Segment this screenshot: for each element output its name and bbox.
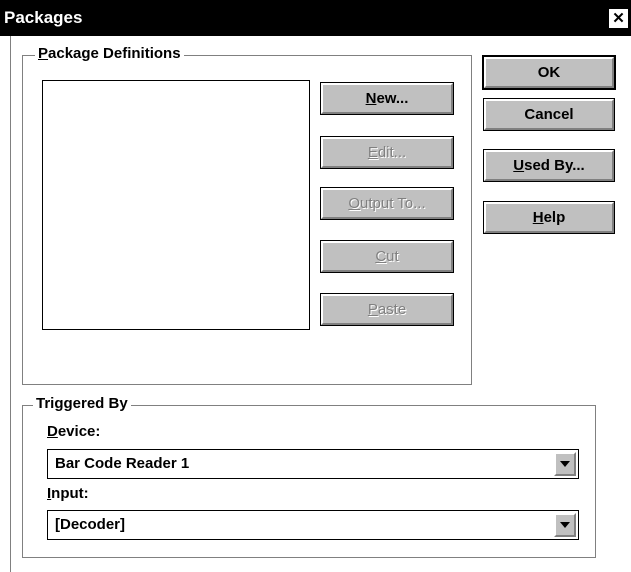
edit-button[interactable]: Edit... xyxy=(320,136,454,169)
packages-dialog: Packages ✕ Package Definitions New... Ed… xyxy=(0,0,631,572)
device-label: Device: xyxy=(47,423,101,440)
input-label: Input: xyxy=(47,485,89,502)
used-by-button[interactable]: Used By... xyxy=(483,149,615,182)
cut-button[interactable]: Cut xyxy=(320,240,454,273)
device-dropdown-button[interactable] xyxy=(554,452,576,476)
device-select-value: Bar Code Reader 1 xyxy=(55,455,190,472)
input-select[interactable]: [Decoder] xyxy=(47,510,579,540)
chevron-down-icon xyxy=(560,461,570,467)
ok-button[interactable]: OK xyxy=(482,55,616,90)
window-left-edge xyxy=(10,36,11,572)
input-dropdown-button[interactable] xyxy=(554,513,576,537)
chevron-down-icon xyxy=(560,522,570,528)
cancel-button[interactable]: Cancel xyxy=(483,98,615,131)
device-select[interactable]: Bar Code Reader 1 xyxy=(47,449,579,479)
input-select-value: [Decoder] xyxy=(55,516,126,533)
close-button[interactable]: ✕ xyxy=(608,8,629,29)
triggered-by-legend: Triggered By xyxy=(33,395,131,412)
package-definitions-list[interactable] xyxy=(42,80,310,330)
paste-button[interactable]: Paste xyxy=(320,293,454,326)
help-button[interactable]: Help xyxy=(483,201,615,234)
package-definitions-legend: Package Definitions xyxy=(35,45,184,62)
new-button[interactable]: New... xyxy=(320,82,454,115)
title-bar[interactable]: Packages ✕ xyxy=(0,0,631,36)
window-title: Packages xyxy=(4,8,83,27)
close-icon: ✕ xyxy=(612,10,625,27)
output-to-button[interactable]: Output To... xyxy=(320,187,454,220)
